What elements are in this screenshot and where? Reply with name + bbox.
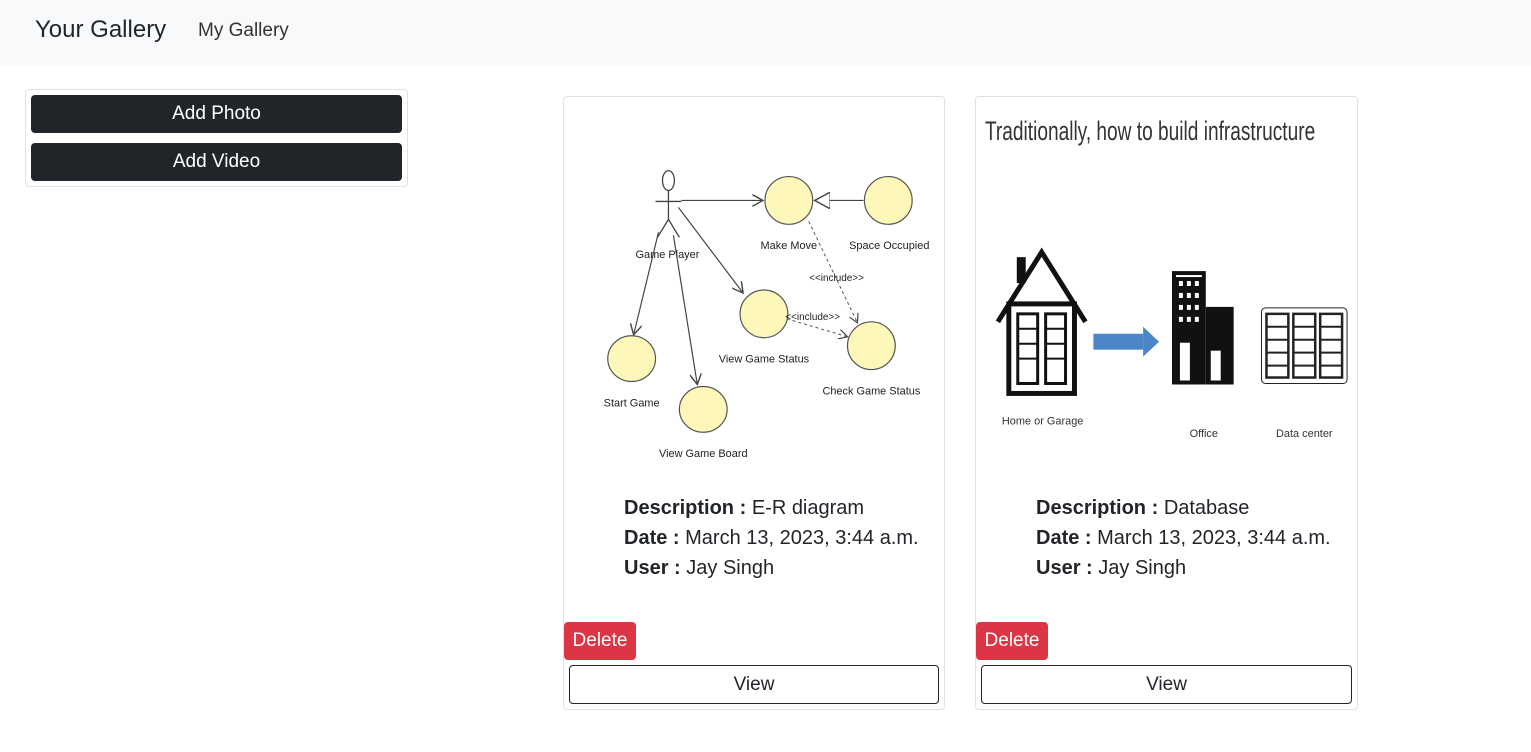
data-center-icon bbox=[1261, 307, 1348, 384]
card-image[interactable]: Game Player Make Move Space Occupied <<i… bbox=[564, 97, 944, 477]
image-title: Traditionally, how to build infrastructu… bbox=[985, 116, 1315, 146]
add-photo-button[interactable]: Add Photo bbox=[31, 95, 402, 133]
navbar-brand[interactable]: Your Gallery bbox=[35, 16, 166, 44]
user-label: User : bbox=[624, 557, 681, 579]
diagram-label: Check Game Status bbox=[822, 385, 920, 397]
nav-link-my-gallery[interactable]: My Gallery bbox=[198, 20, 289, 42]
sidebar-panel: Add Photo Add Video bbox=[25, 89, 408, 187]
image-label: Home or Garage bbox=[1002, 415, 1083, 427]
house-icon bbox=[995, 247, 1088, 396]
diagram-label: <<include>> bbox=[809, 273, 864, 284]
infrastructure-image: Traditionally, how to build infrastructu… bbox=[985, 116, 1348, 440]
diagram-label: Game Player bbox=[636, 249, 700, 261]
diagram-label: Start Game bbox=[604, 397, 660, 409]
date-value: March 13, 2023, 3:44 a.m. bbox=[1097, 527, 1331, 549]
diagram-label: View Game Status bbox=[719, 354, 810, 366]
add-video-button[interactable]: Add Video bbox=[31, 143, 402, 181]
card-meta: Description : Database Date : March 13, … bbox=[1036, 493, 1331, 583]
actor-figure bbox=[655, 169, 682, 238]
diagram-label: Space Occupied bbox=[849, 240, 929, 252]
delete-button[interactable]: Delete bbox=[976, 622, 1048, 660]
diagram-label: View Game Board bbox=[659, 448, 748, 460]
description-value: E-R diagram bbox=[751, 497, 865, 519]
date-value: March 13, 2023, 3:44 a.m. bbox=[685, 527, 919, 549]
image-label: Data center bbox=[1276, 428, 1333, 440]
user-value: Jay Singh bbox=[1098, 557, 1187, 579]
use-case-diagram-image: Game Player Make Move Space Occupied <<i… bbox=[604, 169, 929, 460]
description-label: Description : bbox=[1036, 497, 1159, 519]
user-label: User : bbox=[1036, 557, 1093, 579]
description-label: Description : bbox=[624, 497, 747, 519]
diagram-label: <<include>> bbox=[785, 312, 840, 323]
view-button[interactable]: View bbox=[569, 665, 939, 704]
date-label: Date : bbox=[1036, 527, 1092, 549]
gallery-card: Game Player Make Move Space Occupied <<i… bbox=[563, 96, 945, 710]
card-image[interactable]: Traditionally, how to build infrastructu… bbox=[976, 97, 1357, 477]
view-button[interactable]: View bbox=[981, 665, 1352, 704]
gallery-card: Traditionally, how to build infrastructu… bbox=[975, 96, 1358, 710]
date-label: Date : bbox=[624, 527, 680, 549]
description-value: Database bbox=[1163, 497, 1250, 519]
user-value: Jay Singh bbox=[686, 557, 775, 579]
navbar: Your Gallery My Gallery bbox=[0, 0, 1531, 66]
office-building-icon bbox=[1171, 271, 1234, 385]
image-label: Office bbox=[1190, 428, 1218, 440]
diagram-label: Make Move bbox=[761, 240, 818, 252]
arrow-right-icon bbox=[1093, 326, 1160, 357]
delete-button[interactable]: Delete bbox=[564, 622, 636, 660]
card-meta: Description : E-R diagram Date : March 1… bbox=[624, 493, 919, 583]
